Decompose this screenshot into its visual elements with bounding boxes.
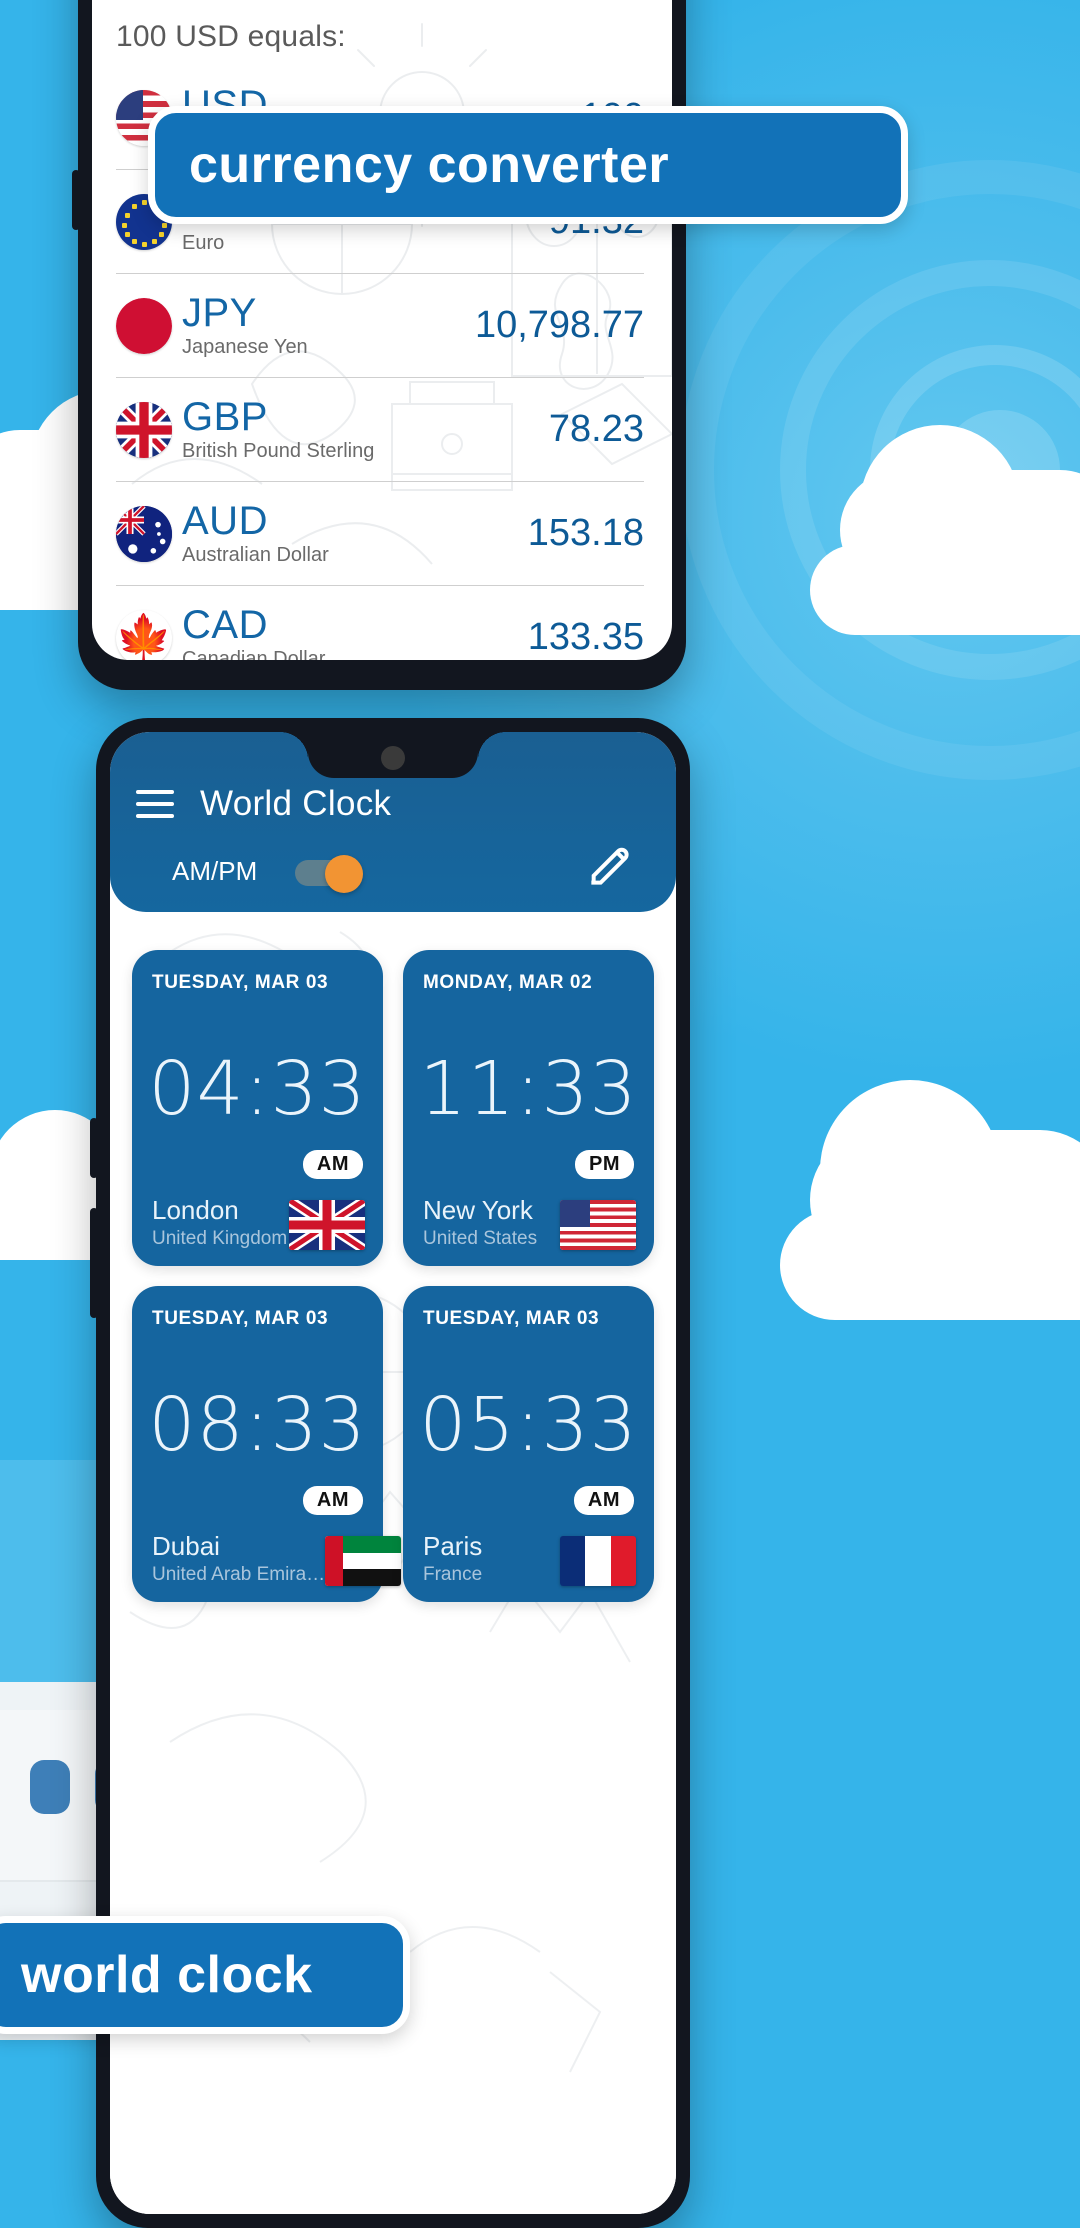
promo-badge-world-clock: world clock [0, 1916, 410, 2034]
card-country: United Kingdom [152, 1228, 288, 1249]
currency-row[interactable]: AUD Australian Dollar 153.18 [116, 482, 644, 586]
card-location: Paris France [423, 1531, 483, 1586]
currency-name: British Pound Sterling [182, 440, 375, 462]
ca-flag-icon: 🍁 [116, 609, 172, 660]
card-meridiem-badge: PM [575, 1150, 634, 1179]
card-country: United Arab Emira… [152, 1564, 326, 1585]
au-flag-icon [116, 505, 172, 562]
phone-mockup-currency: 100 USD equals: USD United States Dollar… [72, 0, 686, 690]
card-footer: London United Kingdom [152, 1195, 365, 1250]
worldclock-appbar: World Clock AM/PM [110, 732, 676, 912]
phone-volume-button[interactable] [72, 170, 80, 230]
page-title: World Clock [200, 784, 392, 823]
currency-code: AUD [182, 499, 268, 543]
card-location: Dubai United Arab Emira… [152, 1531, 326, 1586]
card-date: TUESDAY, MAR 03 [152, 1308, 329, 1329]
currency-name: Japanese Yen [182, 336, 308, 358]
currency-name: Canadian Dollar [182, 648, 326, 660]
clock-card-london[interactable]: TUESDAY, MAR 03 04:33 AM London United K… [132, 950, 383, 1266]
cloud-shape [780, 1210, 1080, 1320]
currency-value: 133.35 [527, 616, 644, 658]
currency-code: GBP [182, 395, 268, 439]
card-footer: New York United States [423, 1195, 636, 1250]
card-meridiem-badge: AM [573, 1486, 634, 1515]
card-date: TUESDAY, MAR 03 [152, 972, 329, 993]
us-flag-icon [560, 1200, 636, 1250]
phone-notch-area [110, 732, 676, 782]
clock-card-dubai[interactable]: TUESDAY, MAR 03 08:33 AM Dubai United Ar… [132, 1286, 402, 1602]
promo-badge-label: currency converter [189, 136, 670, 194]
card-location: New York United States [423, 1195, 538, 1250]
card-city: London [152, 1195, 239, 1226]
card-location: London United Kingdom [152, 1195, 288, 1250]
ampm-switch[interactable] [295, 854, 364, 893]
card-date: TUESDAY, MAR 03 [423, 1308, 600, 1329]
card-time: 08:33 [148, 1382, 367, 1468]
cloud-shape [810, 545, 1080, 635]
currency-row[interactable]: GBP British Pound Sterling 78.23 [116, 378, 644, 482]
card-time: 05:33 [419, 1382, 638, 1468]
clock-card-newyork[interactable]: MONDAY, MAR 02 11:33 PM New York United … [403, 950, 654, 1266]
ae-flag-icon [325, 1536, 402, 1586]
card-footer: Dubai United Arab Emira… [152, 1531, 402, 1586]
phone-notch [280, 732, 506, 778]
appbar-title-row: World Clock [136, 784, 391, 824]
gb-flag-icon [116, 401, 172, 458]
clock-card-paris[interactable]: TUESDAY, MAR 03 05:33 AM Paris France [403, 1286, 654, 1602]
currency-name: Euro [182, 232, 225, 254]
card-country: United States [423, 1228, 538, 1249]
card-time: 04:33 [148, 1046, 367, 1132]
hamburger-menu-icon[interactable] [136, 790, 174, 818]
card-city: New York [423, 1195, 533, 1226]
card-city: Paris [423, 1531, 483, 1562]
currency-name: Australian Dollar [182, 544, 329, 566]
card-footer: Paris France [423, 1531, 636, 1586]
card-city: Dubai [152, 1531, 220, 1562]
switch-knob[interactable] [325, 854, 364, 893]
currency-value: 78.23 [548, 408, 644, 450]
promo-badge-currency-converter: currency converter [148, 106, 908, 224]
card-country: France [423, 1564, 483, 1585]
pencil-edit-icon[interactable] [582, 836, 638, 892]
clock-cards-grid: TUESDAY, MAR 03 04:33 AM London United K… [132, 950, 654, 1602]
card-time: 11:33 [419, 1046, 638, 1132]
jp-flag-icon [116, 297, 172, 354]
card-meridiem-badge: AM [302, 1150, 363, 1179]
phone-volume-button[interactable] [90, 1118, 98, 1178]
front-camera [381, 746, 405, 770]
currency-value: 153.18 [527, 512, 644, 554]
gb-flag-icon [289, 1200, 365, 1250]
fr-flag-icon [560, 1536, 636, 1586]
promo-badge-label: world clock [21, 1946, 313, 2004]
currency-header: 100 USD equals: [116, 20, 346, 53]
currency-code: CAD [182, 603, 268, 647]
card-date: MONDAY, MAR 02 [423, 972, 593, 993]
currency-row[interactable]: JPY Japanese Yen 10,798.77 [116, 274, 644, 378]
currency-value: 10,798.77 [474, 304, 644, 346]
ampm-toggle-row[interactable]: AM/PM [172, 854, 364, 893]
currency-row[interactable]: 🍁 CAD Canadian Dollar 133.35 [116, 586, 644, 660]
currency-code: JPY [182, 291, 257, 335]
plane-window [30, 1760, 70, 1814]
card-meridiem-badge: AM [302, 1486, 363, 1515]
ampm-label: AM/PM [172, 856, 258, 886]
currency-app-screen: 100 USD equals: USD United States Dollar… [92, 0, 672, 660]
phone-power-button[interactable] [90, 1208, 98, 1318]
